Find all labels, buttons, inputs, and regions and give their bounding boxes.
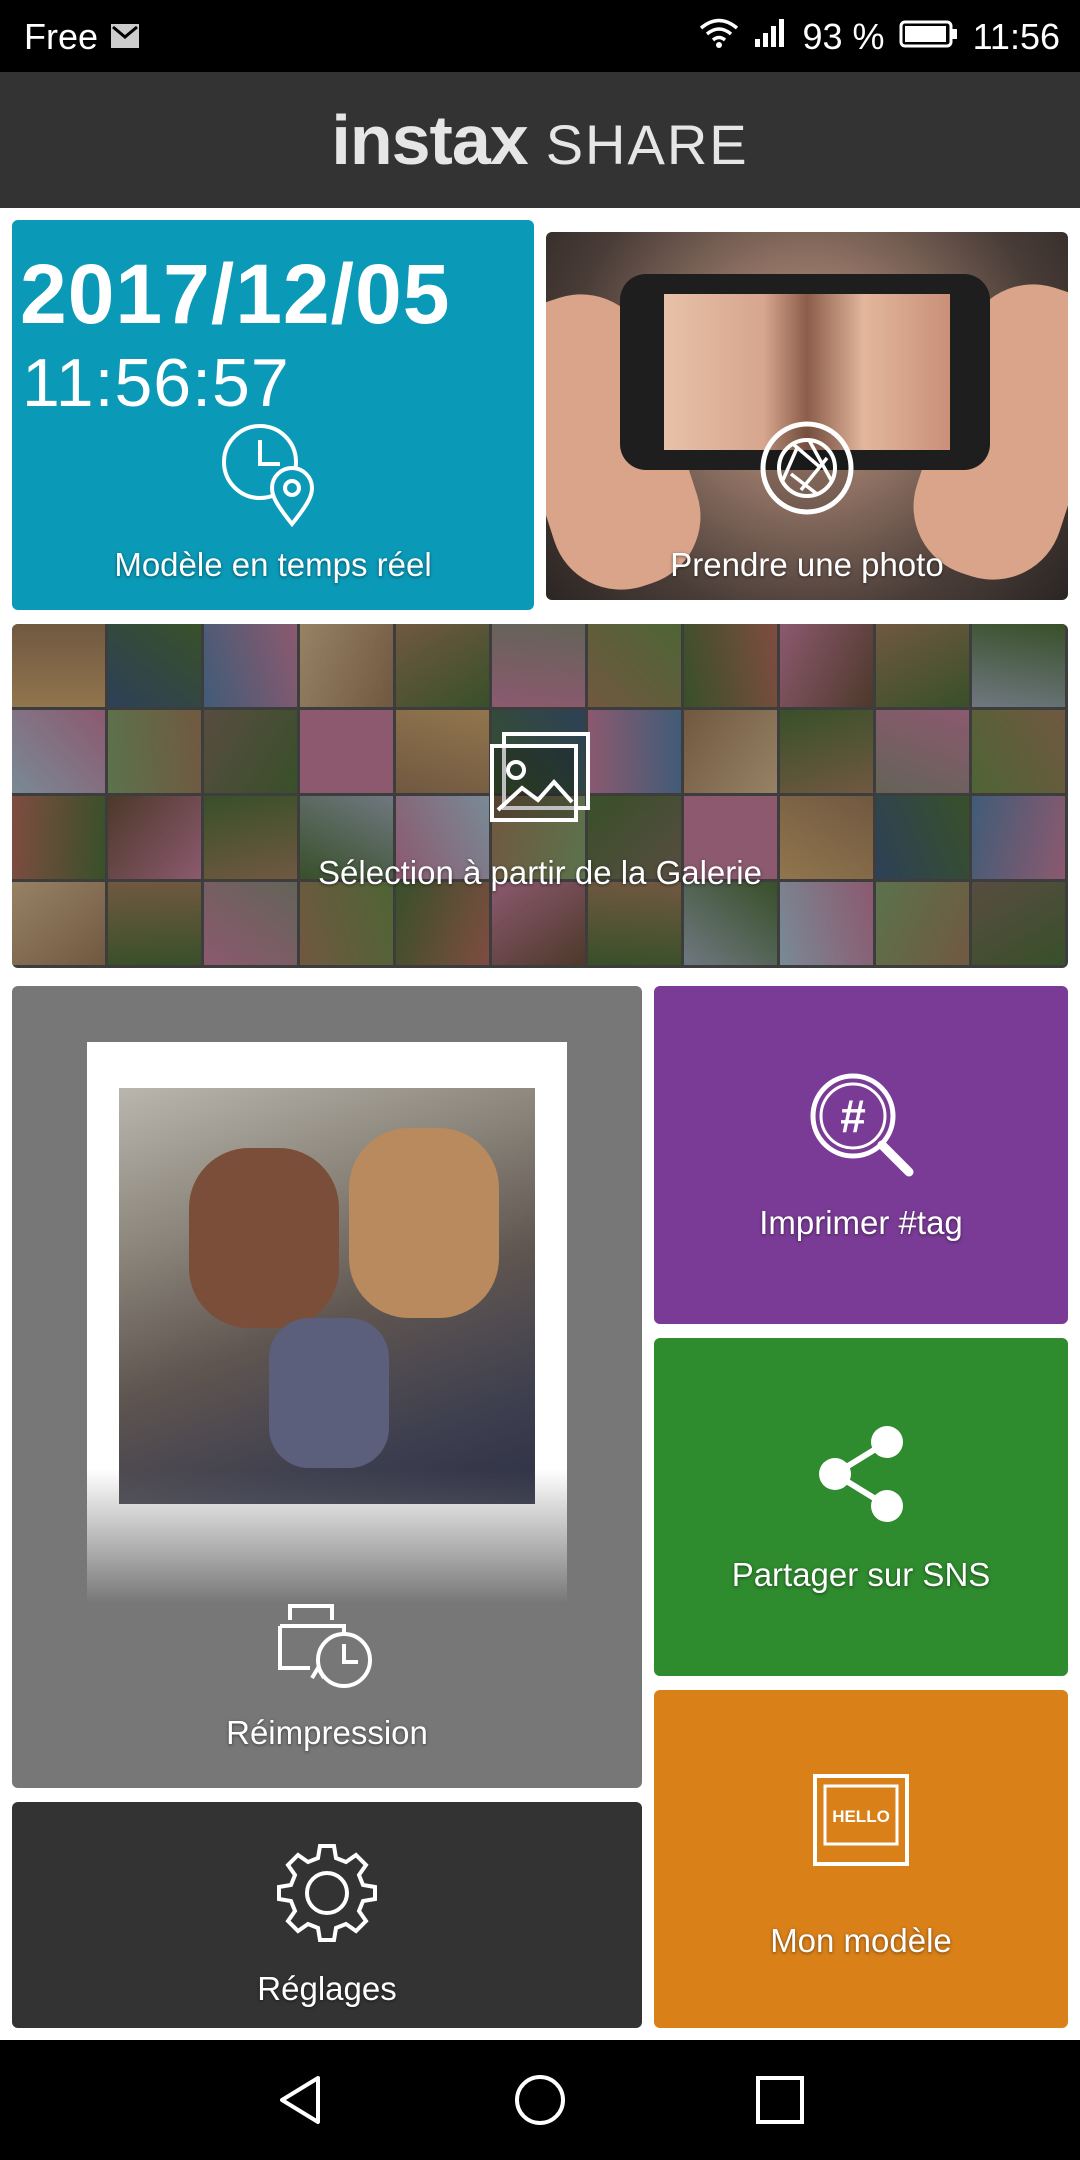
- my-template-tile[interactable]: HELLO Mon modèle: [654, 1690, 1068, 2028]
- polaroid-photo: [87, 1042, 567, 1604]
- camera-shutter-icon: [757, 418, 857, 523]
- gallery-tile[interactable]: Sélection à partir de la Galerie: [12, 624, 1068, 968]
- family-photo: [119, 1088, 535, 1504]
- gallery-label: Sélection à partir de la Galerie: [318, 854, 762, 891]
- share-sns-label: Partager sur SNS: [731, 1556, 991, 1593]
- print-tag-tile[interactable]: # Imprimer #tag: [654, 986, 1068, 1324]
- gear-icon: [275, 1840, 379, 1949]
- print-tag-label: Imprimer #tag: [759, 1204, 963, 1241]
- carrier-label: Free: [24, 16, 99, 57]
- status-time: 11:56: [972, 16, 1060, 57]
- my-template-label: Mon modèle: [770, 1922, 952, 1959]
- hashtag-glyph: #: [840, 1090, 866, 1142]
- status-bar: Free 93 % 11:56: [0, 0, 1080, 72]
- current-time: 11:56:57: [22, 345, 290, 421]
- logo-instax: instax: [331, 101, 528, 179]
- gallery-icon: [488, 730, 592, 831]
- settings-tile[interactable]: Réglages: [12, 1802, 642, 2028]
- template-frame-icon: HELLO: [809, 1770, 913, 1875]
- logo-share: SHARE: [545, 113, 749, 176]
- current-date: 2017/12/05: [20, 247, 451, 341]
- reprint-label: Réimpression: [226, 1714, 428, 1751]
- app-logo: instax SHARE: [331, 100, 748, 180]
- hello-glyph: HELLO: [832, 1807, 890, 1826]
- take-photo-tile[interactable]: Prendre une photo: [546, 232, 1068, 600]
- hashtag-search-icon: #: [805, 1068, 917, 1185]
- share-icon: [811, 1422, 911, 1531]
- home-icon[interactable]: [512, 2072, 568, 2133]
- battery-icon: [899, 16, 959, 58]
- signal-icon: [753, 16, 789, 58]
- share-sns-tile[interactable]: Partager sur SNS: [654, 1338, 1068, 1676]
- settings-label: Réglages: [257, 1970, 397, 2007]
- navigation-bar: [0, 2040, 1080, 2160]
- realtime-template-tile[interactable]: 2017/12/05 11:56:57 Modèle en temps réel: [12, 220, 534, 610]
- recents-icon[interactable]: [752, 2072, 808, 2133]
- wifi-icon: [699, 16, 739, 58]
- clock-location-icon: [218, 420, 328, 535]
- reprint-tile[interactable]: Réimpression: [12, 986, 642, 1788]
- mail-icon: [110, 16, 140, 58]
- take-photo-label: Prendre une photo: [670, 546, 944, 583]
- realtime-label: Modèle en temps réel: [114, 546, 432, 583]
- app-bar: instax SHARE: [0, 72, 1080, 208]
- back-icon[interactable]: [272, 2072, 328, 2133]
- battery-percent: 93 %: [802, 16, 885, 57]
- reprint-clock-icon: [272, 1586, 382, 1697]
